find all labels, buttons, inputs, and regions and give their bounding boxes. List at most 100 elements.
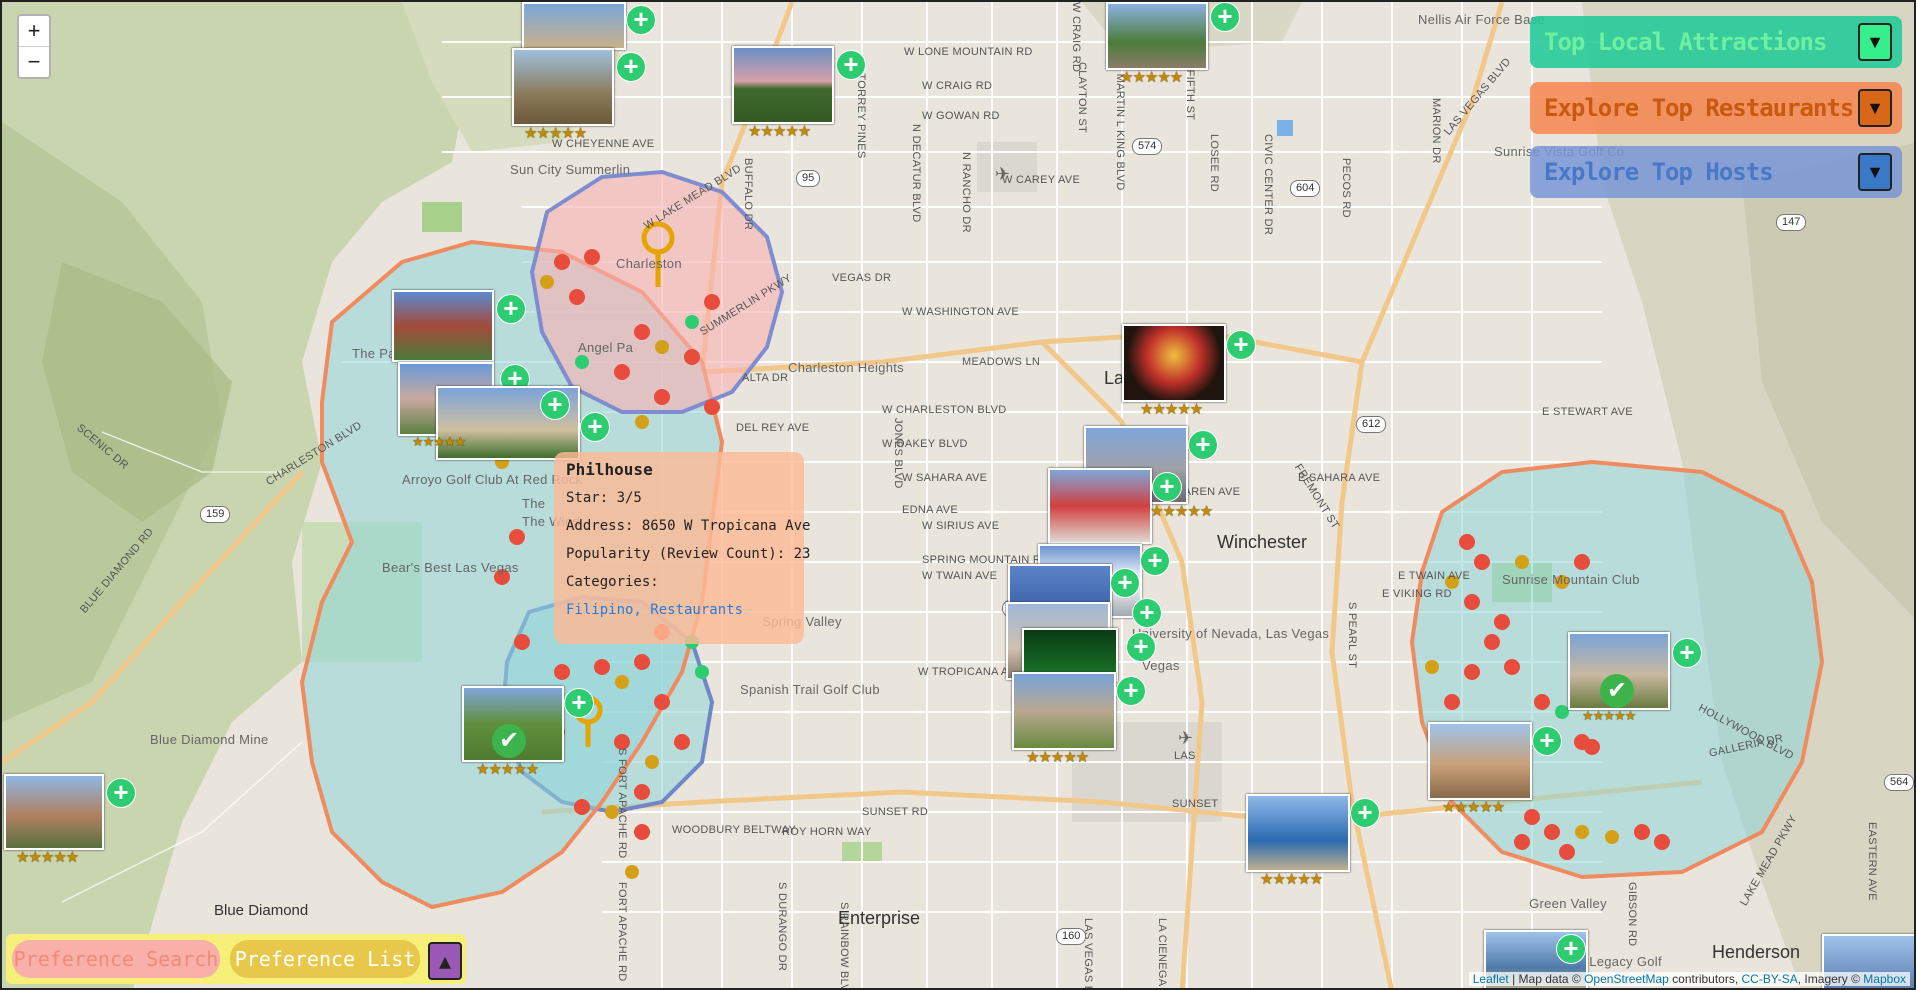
add-attraction-button[interactable]: +: [564, 688, 594, 718]
attraction-thumbnail[interactable]: [1048, 468, 1152, 544]
restaurant-popup: Philhouse Star: 3/5 Address: 8650 W Trop…: [554, 452, 811, 644]
osm-link[interactable]: OpenStreetMap: [1584, 972, 1669, 986]
ccbysa-link[interactable]: CC-BY-SA: [1742, 972, 1798, 986]
attribution-text: contributors,: [1668, 972, 1742, 986]
street-label: LOSEE RD: [1208, 134, 1220, 193]
hosts-toggle-button[interactable]: ▼: [1858, 153, 1892, 191]
mapbox-link[interactable]: Mapbox: [1863, 972, 1906, 986]
popup-categories-label: Categories:: [566, 574, 659, 590]
restaurants-panel[interactable]: Explore Top Restaurants ▼: [1530, 82, 1902, 134]
street-label: W GOWAN RD: [922, 110, 1000, 122]
add-attraction-button[interactable]: +: [1350, 798, 1380, 828]
place-label: Enterprise: [838, 908, 921, 928]
street-label: N DECATUR BLVD: [910, 124, 922, 223]
place-label: Sunrise Mountain Club: [1502, 572, 1640, 587]
add-attraction-button[interactable]: +: [1132, 598, 1162, 628]
add-attraction-button[interactable]: +: [1672, 638, 1702, 668]
map-canvas[interactable]: ✈ ✈ Winchester Enterprise Henderson Char…: [0, 0, 1916, 990]
add-attraction-button[interactable]: +: [1188, 430, 1218, 460]
attraction-thumbnail[interactable]: [392, 290, 494, 362]
street-label: DEL REY AVE: [736, 422, 810, 434]
add-attraction-button[interactable]: +: [496, 294, 526, 324]
place-label: Bear's Best Las Vegas: [382, 560, 519, 575]
attraction-thumbnail[interactable]: [1122, 324, 1226, 402]
highway-shield: 147: [1776, 214, 1807, 231]
preference-list-toggle[interactable]: ▲: [428, 942, 462, 980]
add-attraction-button[interactable]: +: [626, 5, 656, 35]
add-attraction-button[interactable]: +: [1556, 934, 1586, 964]
highway-shield: 604: [1290, 180, 1321, 197]
place-label: Blue Diamond Mine: [150, 732, 269, 747]
popup-address: Address: 8650 W Tropicana Ave: [566, 518, 811, 534]
attractions-panel-title: Top Local Attractions: [1544, 28, 1827, 56]
restaurants-toggle-button[interactable]: ▼: [1858, 89, 1892, 127]
zoom-out-button[interactable]: −: [19, 46, 49, 77]
place-label: Sun City Summerlin: [510, 162, 631, 177]
rating-stars: ★★★★★: [1140, 401, 1203, 418]
street-label: W CHARLESTON BLVD: [882, 404, 1007, 416]
highway-shield: 574: [1132, 138, 1163, 155]
street-label: S PEARL ST: [1346, 602, 1358, 669]
attraction-thumbnail[interactable]: [732, 46, 834, 124]
place-label: Spanish Trail Golf Club: [740, 682, 880, 697]
attraction-thumbnail[interactable]: [4, 774, 104, 850]
selected-check-icon: ✔: [492, 724, 526, 758]
add-attraction-button[interactable]: +: [1126, 632, 1156, 662]
attraction-thumbnail[interactable]: [1246, 794, 1350, 872]
highway-shield: 95: [796, 170, 821, 187]
attraction-thumbnail[interactable]: [1012, 672, 1116, 750]
add-attraction-button[interactable]: +: [1116, 676, 1146, 706]
highway-shield: 612: [1356, 416, 1387, 433]
attractions-toggle-button[interactable]: ▼: [1858, 23, 1892, 61]
attraction-thumbnail[interactable]: [1428, 722, 1532, 800]
street-label: MARION DR: [1430, 98, 1442, 164]
add-attraction-button[interactable]: +: [1226, 330, 1256, 360]
add-attraction-button[interactable]: +: [1152, 472, 1182, 502]
street-label: W SAHARA AVE: [902, 472, 988, 484]
street-label: E TWAIN AVE: [1398, 570, 1471, 582]
street-label: LA CIENEGA ST: [1156, 918, 1168, 990]
add-attraction-button[interactable]: +: [836, 50, 866, 80]
street-label: W CRAIG RD: [1070, 2, 1082, 73]
add-attraction-button[interactable]: +: [1110, 568, 1140, 598]
add-attraction-button[interactable]: +: [540, 390, 570, 420]
place-label: Nellis Air Force Base: [1418, 12, 1545, 27]
attractions-panel[interactable]: Top Local Attractions ▼: [1530, 16, 1902, 68]
add-attraction-button[interactable]: +: [106, 778, 136, 808]
popup-star: Star: 3/5: [566, 490, 642, 506]
attraction-thumbnail[interactable]: [522, 2, 626, 50]
add-attraction-button[interactable]: +: [1140, 546, 1170, 576]
popup-categories-link[interactable]: Filipino, Restaurants: [566, 596, 792, 624]
highway-shield: 160: [1056, 928, 1087, 945]
zoom-in-button[interactable]: +: [19, 16, 49, 46]
hosts-panel[interactable]: Explore Top Hosts ▼: [1530, 146, 1902, 198]
street-label: WOODBURY BELTWAY: [672, 824, 796, 836]
add-attraction-button[interactable]: +: [1210, 2, 1240, 32]
rating-stars: ★★★★★: [1582, 708, 1636, 723]
hosts-panel-title: Explore Top Hosts: [1544, 158, 1774, 186]
street-label: S DURANGO DR: [776, 882, 788, 972]
leaflet-link[interactable]: Leaflet: [1473, 972, 1509, 986]
rating-stars: ★★★★★: [524, 125, 587, 142]
street-label: MEADOWS LN: [962, 356, 1041, 368]
add-attraction-button[interactable]: +: [616, 52, 646, 82]
street-label: W CRAIG RD: [922, 80, 993, 92]
street-label: W SIRIUS AVE: [922, 520, 1000, 532]
preference-search-button[interactable]: Preference Search ✓: [12, 940, 220, 988]
attraction-thumbnail[interactable]: [512, 48, 614, 126]
rating-stars: ★★★★★: [1026, 749, 1089, 766]
street-label: JONES BLVD: [892, 418, 904, 489]
preference-list-button[interactable]: Preference List: [230, 940, 420, 978]
place-label: Blue Diamond: [214, 902, 309, 919]
street-label: W TWAIN AVE: [922, 570, 998, 582]
rating-stars: ★★★★★: [1442, 799, 1505, 816]
place-label: The Pa: [352, 346, 396, 361]
add-attraction-button[interactable]: +: [1532, 726, 1562, 756]
street-label: GIBSON RD: [1626, 882, 1638, 947]
attraction-thumbnail[interactable]: [1106, 2, 1208, 70]
place-label: Charleston Heights: [788, 360, 904, 375]
restaurants-panel-title: Explore Top Restaurants: [1544, 94, 1854, 122]
add-attraction-button[interactable]: +: [580, 412, 610, 442]
street-label: W CAREY AVE: [1002, 174, 1081, 186]
place-label: Henderson: [1712, 942, 1801, 962]
